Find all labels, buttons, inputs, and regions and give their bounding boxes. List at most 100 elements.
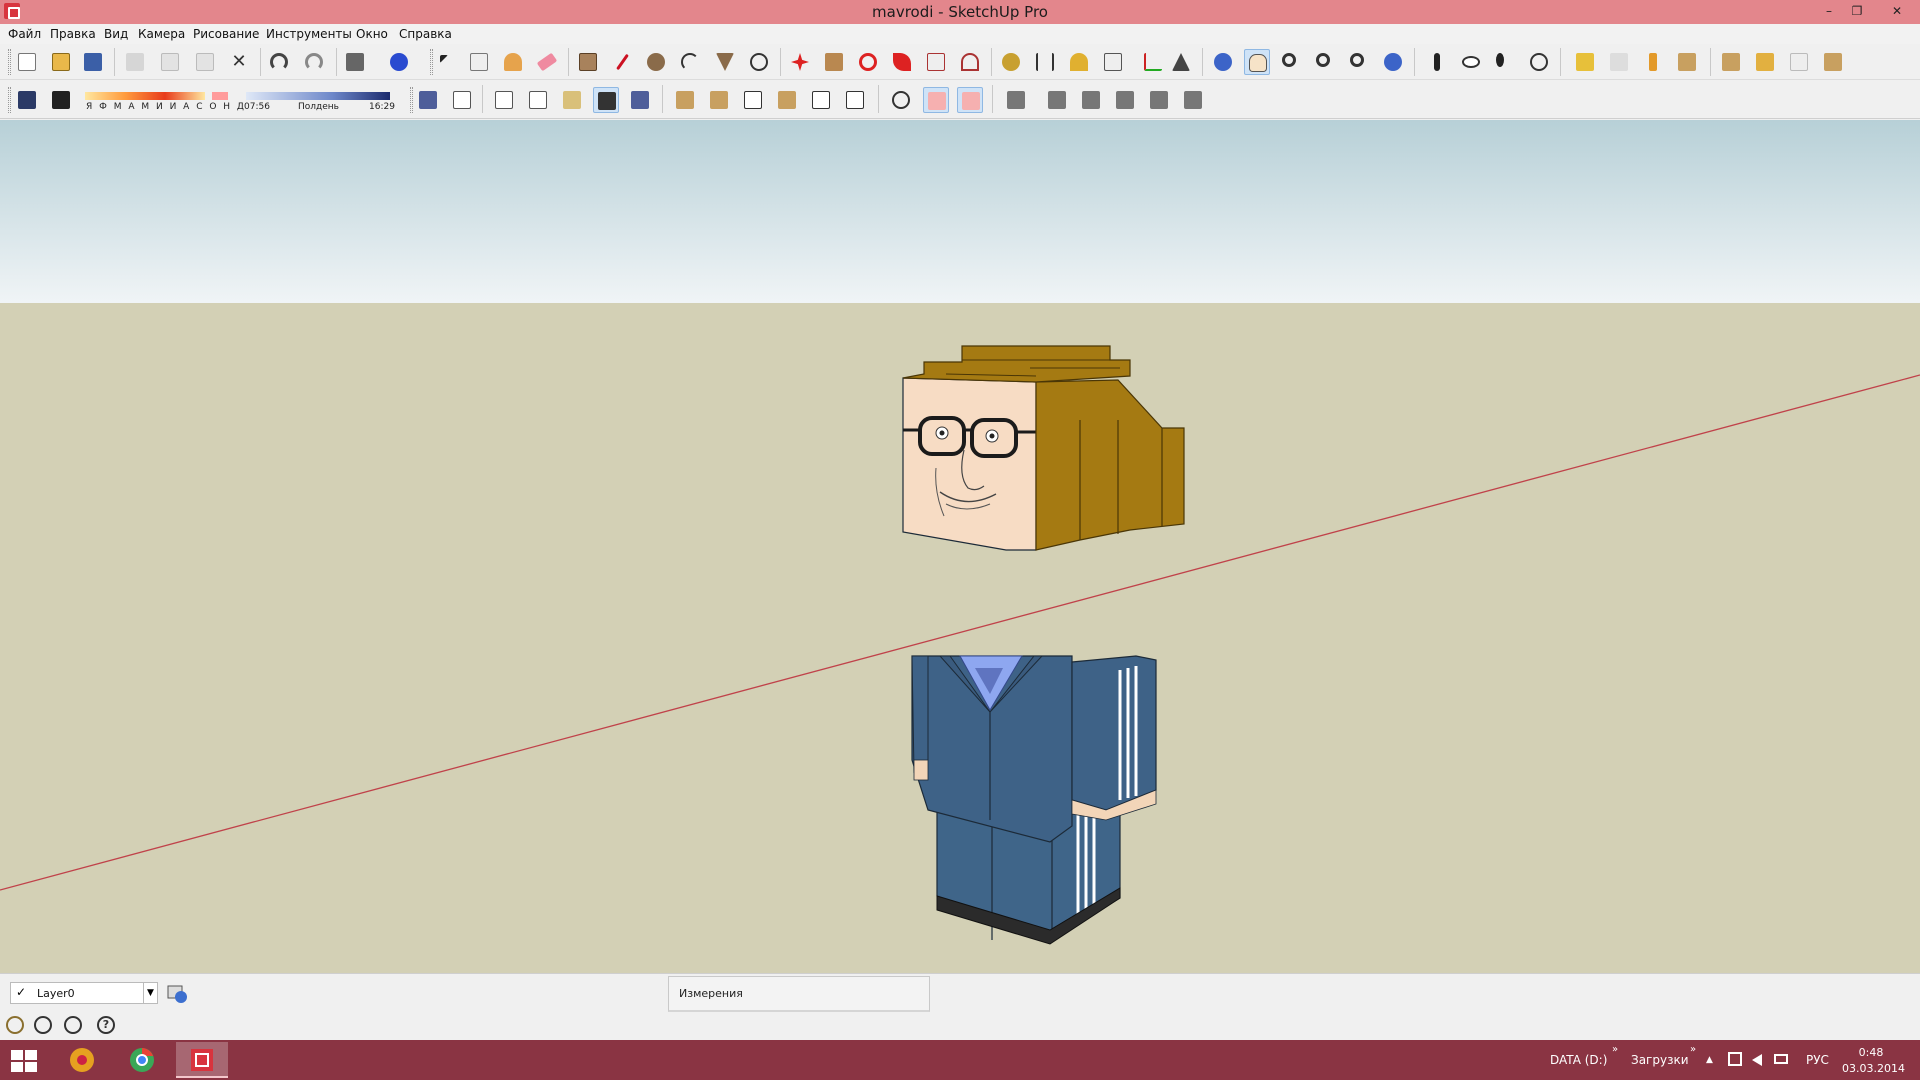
polygon-icon[interactable] (712, 49, 738, 75)
text-icon[interactable] (1100, 49, 1126, 75)
rotate-icon[interactable] (855, 49, 881, 75)
layer-select[interactable]: ✓ Layer0 ▼ (10, 982, 158, 1004)
display-shadows-icon[interactable] (48, 87, 74, 113)
push-pull-icon[interactable] (821, 49, 847, 75)
look-around-icon[interactable] (1458, 49, 1484, 75)
extension-warehouse-icon[interactable] (1674, 49, 1700, 75)
walk-icon[interactable] (1492, 49, 1518, 75)
tray-chevron[interactable]: » (1612, 1044, 1618, 1055)
get-models-icon[interactable] (1572, 49, 1598, 75)
mavrodi-figure[interactable] (902, 345, 1185, 945)
offset-icon[interactable] (957, 49, 983, 75)
line-icon[interactable] (609, 49, 635, 75)
protractor-icon[interactable] (1066, 49, 1092, 75)
cut-icon[interactable] (122, 49, 148, 75)
move-icon[interactable] (787, 49, 813, 75)
make-component-icon[interactable] (466, 49, 492, 75)
photo-texture-icon[interactable] (1752, 49, 1778, 75)
axes-icon[interactable] (1134, 49, 1162, 75)
tray-show-hidden-icon[interactable]: ▲ (1706, 1055, 1713, 1065)
windows-start-button[interactable] (11, 1050, 37, 1072)
circle-icon[interactable] (643, 49, 669, 75)
toolbar-separator (1414, 48, 1415, 76)
share-model-icon[interactable] (1606, 49, 1632, 75)
sandbox-icon[interactable] (1718, 49, 1744, 75)
erase-icon[interactable]: ✕ (226, 49, 252, 75)
language-indicator[interactable]: РУС (1806, 1053, 1829, 1067)
menu-file[interactable]: Файл (8, 27, 41, 41)
month-slider[interactable] (85, 92, 205, 100)
chevron-down-icon[interactable]: ▼ (143, 983, 157, 1003)
menu-help[interactable]: Справка (399, 27, 452, 41)
paint-bucket-icon[interactable] (500, 49, 526, 75)
tray-downloads[interactable]: Загрузки (1631, 1053, 1689, 1067)
measurements-box[interactable]: Измерения (668, 976, 930, 1012)
clock-date[interactable]: 03.03.2014 (1842, 1062, 1905, 1075)
taskbar-chrome[interactable] (116, 1042, 168, 1078)
redo-icon[interactable] (301, 49, 327, 75)
zoom-window-icon[interactable] (1312, 49, 1338, 75)
zoom-extents-icon[interactable] (1346, 49, 1372, 75)
scale-icon[interactable] (923, 49, 949, 75)
new-icon[interactable] (14, 49, 40, 75)
menu-tools[interactable]: Инструменты (266, 27, 352, 41)
tape-measure-icon[interactable] (998, 49, 1024, 75)
print-icon[interactable] (342, 49, 368, 75)
menu-draw[interactable]: Рисование (193, 27, 259, 41)
menu-window[interactable]: Окно (356, 27, 388, 41)
secondary-toolbar (0, 81, 1920, 119)
orbit-icon[interactable] (1210, 49, 1236, 75)
tray-drive[interactable]: DATA (D:) (1550, 1053, 1607, 1067)
help-icon[interactable]: ? (97, 1016, 115, 1034)
3d-text-icon[interactable] (1168, 49, 1194, 75)
network-icon[interactable] (1728, 1052, 1742, 1066)
section-plane-icon[interactable] (1526, 49, 1552, 75)
toggle-terrain-icon[interactable] (1820, 49, 1846, 75)
model-info-icon[interactable] (386, 49, 412, 75)
geo-location-icon[interactable] (6, 1016, 24, 1034)
menu-view[interactable]: Вид (104, 27, 128, 41)
freehand-icon[interactable] (746, 49, 772, 75)
open-icon[interactable] (48, 49, 74, 75)
follow-me-icon[interactable] (889, 49, 915, 75)
toolbar-grip[interactable] (8, 87, 11, 113)
dimension-icon[interactable] (1032, 49, 1058, 75)
tray-chevron-2[interactable]: » (1690, 1044, 1696, 1055)
action-center-icon[interactable] (1774, 1054, 1788, 1064)
clock-time[interactable]: 0:48 (1848, 1046, 1894, 1059)
shadow-settings-icon[interactable] (14, 87, 40, 113)
status-area (0, 973, 1920, 1039)
layer-manager-icon[interactable] (166, 982, 188, 1004)
rectangle-icon[interactable] (575, 49, 601, 75)
undo-icon[interactable] (266, 49, 292, 75)
eraser-icon[interactable] (534, 49, 560, 75)
restore-button[interactable]: ❐ (1848, 2, 1866, 20)
minimize-button[interactable]: – (1820, 2, 1838, 20)
toolbar-grip[interactable] (8, 49, 11, 75)
arc-icon[interactable] (677, 49, 703, 75)
zoom-icon[interactable] (1278, 49, 1304, 75)
paste-icon[interactable] (192, 49, 218, 75)
taskbar-app-1[interactable] (56, 1042, 108, 1078)
pan-icon[interactable] (1244, 49, 1270, 75)
previous-view-icon[interactable] (1380, 49, 1406, 75)
menu-edit[interactable]: Правка (50, 27, 96, 41)
taskbar-sketchup[interactable] (176, 1042, 228, 1078)
volume-icon[interactable] (1752, 1054, 1762, 1066)
toolbar-separator (780, 48, 781, 76)
menu-camera[interactable]: Камера (138, 27, 185, 41)
save-icon[interactable] (80, 49, 106, 75)
position-camera-icon[interactable] (1424, 49, 1450, 75)
layer-visible-check[interactable]: ✓ (16, 985, 26, 999)
close-button[interactable]: ✕ (1888, 2, 1906, 20)
toolbar-separator (991, 48, 992, 76)
credits-icon[interactable] (34, 1016, 52, 1034)
select-icon[interactable] (431, 49, 457, 75)
copy-icon[interactable] (157, 49, 183, 75)
time-slider[interactable] (246, 92, 390, 100)
drawing-area[interactable] (0, 120, 1920, 973)
signin-icon[interactable] (64, 1016, 82, 1034)
add-location-icon[interactable] (1786, 49, 1812, 75)
share-component-icon[interactable] (1640, 49, 1666, 75)
menu-bar: Файл Правка Вид Камера Рисование Инструм… (0, 24, 1920, 44)
